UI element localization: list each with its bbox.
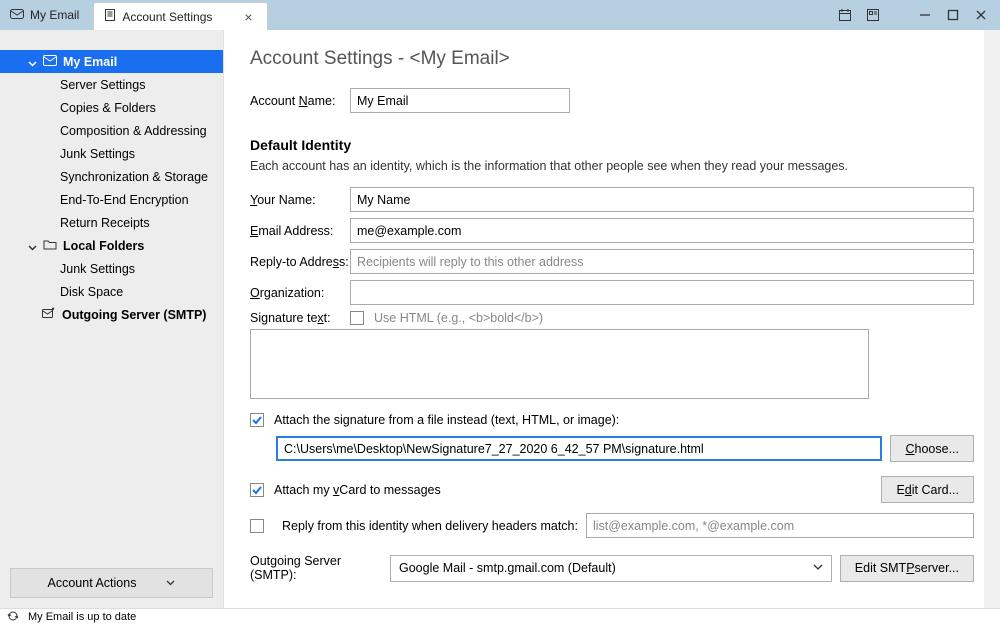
sidebar-item-sync-storage[interactable]: Synchronization & Storage — [0, 165, 223, 188]
signature-file-row: Choose... — [276, 435, 974, 462]
signature-text-label: Signature text: — [250, 311, 350, 325]
choose-file-button[interactable]: Choose... — [890, 435, 974, 462]
chevron-down-icon — [813, 561, 823, 575]
attach-file-label: Attach the signature from a file instead… — [274, 413, 619, 427]
use-html-label: Use HTML (e.g., <b>bold</b>) — [374, 311, 543, 325]
account-name-row: Account Name: — [250, 88, 974, 113]
reply-to-row: Reply-to Address: — [250, 249, 974, 274]
sidebar: My Email Server Settings Copies & Folder… — [0, 30, 224, 608]
folder-icon — [43, 239, 57, 253]
attach-file-checkbox[interactable] — [250, 413, 264, 427]
maximize-button[interactable] — [946, 8, 960, 22]
edit-smtp-button[interactable]: Edit SMTP server... — [840, 555, 974, 582]
mail-icon — [10, 8, 24, 23]
content-pane: Account Settings - <My Email> Account Na… — [224, 30, 1000, 608]
status-text: My Email is up to date — [28, 611, 136, 623]
organization-row: Organization: — [250, 280, 974, 305]
sidebar-item-junk[interactable]: Junk Settings — [0, 142, 223, 165]
outgoing-server-row: Outgoing Server (SMTP): Google Mail - sm… — [250, 554, 974, 582]
identity-heading: Default Identity — [250, 137, 974, 153]
account-actions-label: Account Actions — [48, 576, 137, 590]
reply-to-label: Reply-to Address: — [250, 255, 350, 269]
attach-vcard-label: Attach my vCard to messages — [274, 483, 441, 497]
signature-text-row: Signature text: Use HTML (e.g., <b>bold<… — [250, 311, 974, 325]
tab-account-settings[interactable]: Account Settings × — [93, 2, 267, 30]
attach-vcard-checkbox[interactable] — [250, 483, 264, 497]
chevron-down-icon — [28, 57, 37, 66]
signature-file-input[interactable] — [276, 436, 882, 461]
your-name-row: Your Name: — [250, 187, 974, 212]
sidebar-item-server-settings[interactable]: Server Settings — [0, 73, 223, 96]
sidebar-local-folders-label: Local Folders — [63, 239, 144, 253]
minimize-button[interactable] — [918, 8, 932, 22]
calendar-icon[interactable] — [838, 8, 852, 22]
organization-input[interactable] — [350, 280, 974, 305]
envelope-icon — [43, 55, 57, 69]
sidebar-item-disk-space[interactable]: Disk Space — [0, 280, 223, 303]
sidebar-account-my-email[interactable]: My Email — [0, 50, 223, 73]
sidebar-item-return-receipts[interactable]: Return Receipts — [0, 211, 223, 234]
sync-icon — [6, 611, 20, 624]
sidebar-local-folders[interactable]: Local Folders — [0, 234, 223, 257]
edit-card-button[interactable]: Edit Card... — [881, 476, 974, 503]
account-tree: My Email Server Settings Copies & Folder… — [0, 50, 223, 562]
identity-desc: Each account has an identity, which is t… — [250, 159, 974, 173]
outgoing-icon — [42, 307, 56, 322]
reply-headers-label: Reply from this identity when delivery h… — [282, 519, 578, 533]
your-name-label: Your Name: — [250, 193, 350, 207]
reply-to-input[interactable] — [350, 249, 974, 274]
email-input[interactable] — [350, 218, 974, 243]
account-actions-button[interactable]: Account Actions — [10, 568, 213, 598]
attach-vcard-row: Attach my vCard to messages Edit Card... — [250, 476, 974, 503]
tasks-icon[interactable] — [866, 8, 880, 22]
sidebar-outgoing-label: Outgoing Server (SMTP) — [62, 308, 206, 322]
sidebar-item-local-junk[interactable]: Junk Settings — [0, 257, 223, 280]
sidebar-item-composition[interactable]: Composition & Addressing — [0, 119, 223, 142]
page-title: Account Settings - <My Email> — [250, 48, 974, 70]
status-bar: My Email is up to date — [0, 608, 1000, 625]
reply-headers-input[interactable] — [586, 513, 974, 538]
tab-mail[interactable]: My Email — [0, 0, 93, 30]
attach-file-row: Attach the signature from a file instead… — [250, 413, 974, 427]
title-bar: My Email Account Settings × — [0, 0, 1000, 30]
email-label: Email Address: — [250, 224, 350, 238]
outgoing-server-value: Google Mail - smtp.gmail.com (Default) — [399, 561, 616, 575]
account-name-input[interactable] — [350, 88, 570, 113]
account-name-label: Account Name: — [250, 94, 350, 108]
close-window-button[interactable] — [974, 8, 988, 22]
email-row: Email Address: — [250, 218, 974, 243]
sidebar-account-label: My Email — [63, 55, 117, 69]
chevron-down-icon — [28, 241, 37, 250]
outgoing-server-label: Outgoing Server (SMTP): — [250, 554, 382, 582]
outgoing-server-select[interactable]: Google Mail - smtp.gmail.com (Default) — [390, 555, 832, 582]
sidebar-outgoing-smtp[interactable]: Outgoing Server (SMTP) — [0, 303, 223, 326]
use-html-checkbox[interactable] — [350, 311, 364, 325]
sidebar-item-e2e[interactable]: End-To-End Encryption — [0, 188, 223, 211]
sidebar-item-copies-folders[interactable]: Copies & Folders — [0, 96, 223, 119]
chevron-down-icon — [166, 576, 175, 590]
reply-headers-checkbox[interactable] — [250, 519, 264, 533]
tab-mail-label: My Email — [30, 8, 79, 22]
your-name-input[interactable] — [350, 187, 974, 212]
close-tab-icon[interactable]: × — [244, 9, 252, 25]
organization-label: Organization: — [250, 286, 350, 300]
tab-settings-label: Account Settings — [122, 10, 212, 24]
signature-textarea[interactable] — [250, 329, 869, 399]
settings-doc-icon — [104, 9, 116, 24]
titlebar-buttons — [838, 0, 1000, 30]
reply-headers-row: Reply from this identity when delivery h… — [250, 513, 974, 538]
